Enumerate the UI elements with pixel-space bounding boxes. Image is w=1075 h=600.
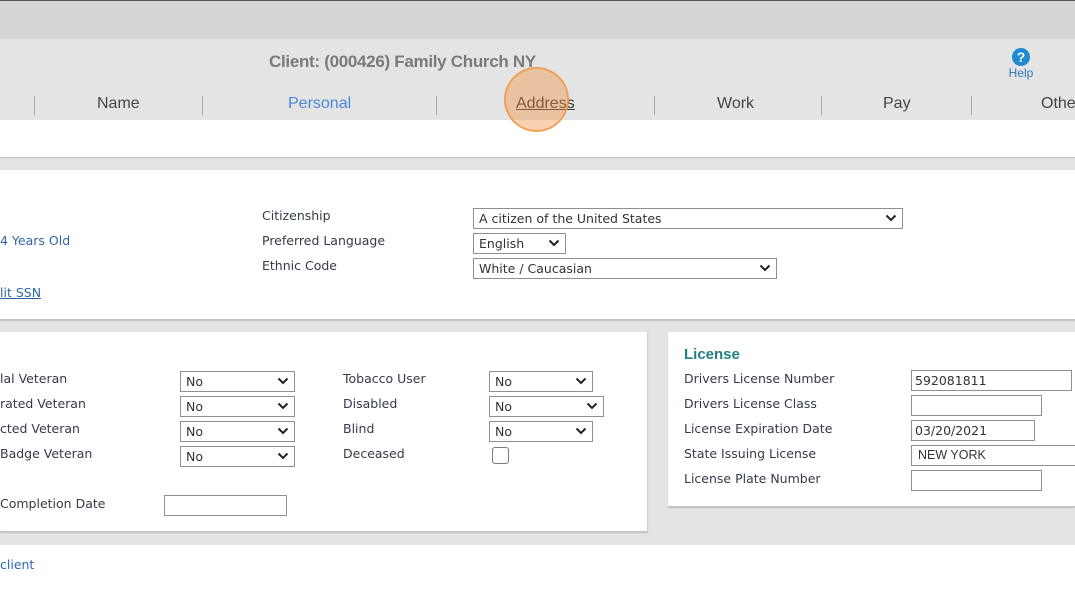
chevron-down-icon <box>575 426 587 436</box>
tab-divider <box>654 96 655 115</box>
ethnic-code-value: White / Caucasian <box>479 261 592 276</box>
tab-divider <box>202 96 203 115</box>
veteran-label: Badge Veteran <box>0 446 93 461</box>
tab-divider <box>821 96 822 115</box>
preferred-language-value: English <box>479 236 525 251</box>
veteran-select[interactable]: No <box>180 421 295 442</box>
drivers-license-class-input[interactable] <box>911 395 1042 416</box>
preferred-language-select[interactable]: English <box>473 233 566 254</box>
top-bar <box>0 0 1075 39</box>
help-button[interactable]: ? Help <box>1006 48 1036 80</box>
tobacco-user-label: Tobacco User <box>343 371 426 386</box>
tab-personal[interactable]: Personal <box>288 95 351 113</box>
tab-divider <box>436 96 437 115</box>
veteran-select[interactable]: No <box>180 396 295 417</box>
state-issuing-license-select[interactable]: NEW YORK <box>911 445 1075 466</box>
drivers-license-class-label: Drivers License Class <box>684 396 817 411</box>
tab-divider <box>34 96 35 115</box>
license-section-title: License <box>684 346 740 363</box>
ethnic-code-label: Ethnic Code <box>262 258 337 273</box>
veteran-select-value: No <box>186 399 203 414</box>
disabled-select[interactable]: No <box>489 396 604 417</box>
veteran-select[interactable]: No <box>180 371 295 392</box>
license-expiration-date-input[interactable]: 03/20/2021 <box>911 420 1035 441</box>
drivers-license-number-input[interactable]: 592081811 <box>911 370 1072 391</box>
disabled-label: Disabled <box>343 396 398 411</box>
state-issuing-license-value: NEW YORK <box>918 448 986 462</box>
tab-name[interactable]: Name <box>97 95 140 113</box>
citizenship-select[interactable]: A citizen of the United States <box>473 208 903 229</box>
blind-label: Blind <box>343 421 375 436</box>
chevron-down-icon <box>759 263 771 273</box>
disabled-value: No <box>495 399 512 414</box>
completion-date-label: Completion Date <box>0 496 106 511</box>
chevron-down-icon <box>586 401 598 411</box>
veteran-label: cted Veteran <box>0 421 80 436</box>
citizenship-value: A citizen of the United States <box>479 211 662 226</box>
tab-work[interactable]: Work <box>717 95 754 113</box>
help-label: Help <box>1008 66 1034 80</box>
page-header: Client: (000426) Family Church NY ? Help… <box>0 39 1075 120</box>
preferred-language-label: Preferred Language <box>262 233 386 248</box>
tab-divider <box>971 96 972 115</box>
license-plate-number-input[interactable] <box>911 470 1042 491</box>
blind-value: No <box>495 424 512 439</box>
veteran-label: lal Veteran <box>0 371 68 386</box>
drivers-license-number-label: Drivers License Number <box>684 371 835 386</box>
tab-other[interactable]: Othe <box>1041 95 1075 113</box>
toolbar-band <box>0 120 1075 158</box>
completion-date-input[interactable] <box>164 495 287 516</box>
veteran-select-value: No <box>186 374 203 389</box>
chevron-down-icon <box>277 426 289 436</box>
license-panel: License Drivers License Number Drivers L… <box>668 332 1075 507</box>
veteran-health-panel: lal Veteran rated Veteran cted Veteran B… <box>0 332 648 532</box>
tobacco-user-select[interactable]: No <box>489 371 593 392</box>
age-text: 4 Years Old <box>0 233 71 248</box>
edit-ssn-link[interactable]: lit SSN <box>0 285 41 300</box>
chevron-down-icon <box>885 213 897 223</box>
deceased-checkbox[interactable] <box>492 447 509 464</box>
ethnic-code-select[interactable]: White / Caucasian <box>473 258 777 279</box>
tab-pay[interactable]: Pay <box>883 95 911 113</box>
citizenship-label: Citizenship <box>262 208 331 223</box>
tobacco-user-value: No <box>495 374 512 389</box>
state-issuing-license-label: State Issuing License <box>684 446 817 461</box>
client-title: Client: (000426) Family Church NY <box>269 52 536 71</box>
tab-address[interactable]: Address <box>516 95 575 113</box>
personal-info-panel: 4 Years Old lit SSN Citizenship Preferre… <box>0 170 1075 320</box>
client-link[interactable]: client <box>0 557 34 572</box>
question-circle-icon: ? <box>1012 48 1030 66</box>
tab-bar: Name Personal Address Work Pay Othe <box>0 92 1075 120</box>
license-plate-number-label: License Plate Number <box>684 471 821 486</box>
chevron-down-icon <box>548 238 560 248</box>
veteran-select[interactable]: No <box>180 446 295 467</box>
deceased-label: Deceased <box>343 446 405 461</box>
license-expiration-date-label: License Expiration Date <box>684 421 833 436</box>
chevron-down-icon <box>277 376 289 386</box>
veteran-label: rated Veteran <box>0 396 86 411</box>
chevron-down-icon <box>277 451 289 461</box>
veteran-select-value: No <box>186 449 203 464</box>
chevron-down-icon <box>277 401 289 411</box>
blind-select[interactable]: No <box>489 421 593 442</box>
veteran-select-value: No <box>186 424 203 439</box>
chevron-down-icon <box>575 376 587 386</box>
